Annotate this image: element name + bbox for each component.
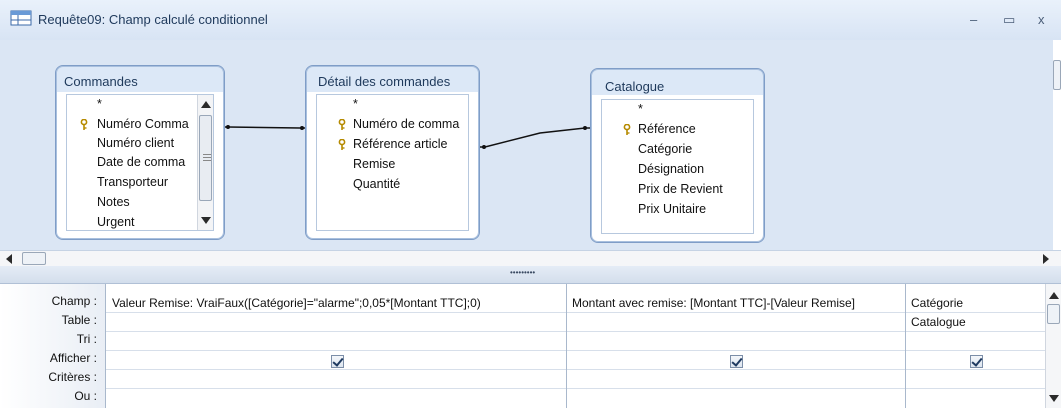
field-item[interactable]: Remise bbox=[353, 157, 395, 171]
field-list[interactable]: * Numéro de comma Référence article Remi… bbox=[316, 94, 469, 231]
row-label-champ: Champ : bbox=[51, 294, 97, 308]
field-item[interactable]: * bbox=[638, 102, 643, 116]
field-cell-table[interactable]: Catalogue bbox=[911, 315, 966, 329]
splitter-grip[interactable]: ••••••••• bbox=[510, 268, 535, 277]
scroll-down-icon[interactable] bbox=[1049, 395, 1059, 402]
field-cell-champ[interactable]: Montant avec remise: [Montant TTC]-[Vale… bbox=[572, 296, 855, 310]
row-label-criteres: Critères : bbox=[48, 370, 97, 384]
show-checkbox[interactable] bbox=[730, 355, 743, 368]
diagram-horizontal-scrollbar[interactable] bbox=[0, 250, 1061, 266]
field-item[interactable]: Date de comma bbox=[97, 155, 185, 169]
minimize-button[interactable]: – bbox=[970, 12, 977, 27]
field-item[interactable]: Quantité bbox=[353, 177, 400, 191]
show-checkbox[interactable] bbox=[331, 355, 344, 368]
scroll-thumb[interactable] bbox=[199, 115, 212, 201]
scroll-thumb[interactable] bbox=[22, 252, 46, 265]
field-item[interactable]: Désignation bbox=[638, 162, 704, 176]
field-list-scrollbar[interactable] bbox=[197, 95, 213, 230]
field-item[interactable]: Urgent bbox=[97, 215, 135, 229]
scroll-thumb[interactable] bbox=[1053, 60, 1061, 90]
query-icon bbox=[10, 10, 32, 26]
maximize-button[interactable]: ▭ bbox=[1003, 12, 1015, 28]
field-cell-champ[interactable]: Catégorie bbox=[911, 296, 963, 310]
table-title: Catalogue bbox=[605, 79, 665, 94]
table-title: Détail des commandes bbox=[318, 74, 451, 89]
grid-vertical-scrollbar[interactable] bbox=[1045, 284, 1061, 408]
show-checkbox[interactable] bbox=[970, 355, 983, 368]
primary-key-icon bbox=[80, 119, 88, 130]
row-label-tri: Tri : bbox=[76, 332, 97, 346]
field-item[interactable]: * bbox=[353, 97, 358, 111]
field-item[interactable]: Référence article bbox=[353, 137, 448, 151]
primary-key-icon bbox=[338, 139, 346, 150]
table-title: Commandes bbox=[64, 74, 138, 89]
primary-key-icon bbox=[338, 119, 346, 130]
scroll-left-icon[interactable] bbox=[6, 254, 12, 264]
field-item[interactable]: Catégorie bbox=[638, 142, 692, 156]
table-catalogue[interactable]: Catalogue * Référence Catégorie Désignat… bbox=[590, 68, 765, 243]
window-title: Requête09: Champ calculé conditionnel bbox=[38, 12, 268, 27]
primary-key-icon bbox=[623, 124, 631, 135]
field-item[interactable]: Prix Unitaire bbox=[638, 202, 706, 216]
window-titlebar: Requête09: Champ calculé conditionnel – … bbox=[0, 0, 1061, 40]
field-list[interactable]: * Référence Catégorie Désignation Prix d… bbox=[601, 99, 754, 234]
field-item[interactable]: * bbox=[97, 97, 102, 111]
field-item[interactable]: Numéro de comma bbox=[353, 117, 459, 131]
field-item[interactable]: Référence bbox=[638, 122, 696, 136]
table-commandes[interactable]: Commandes * Numéro Comma Numéro client D… bbox=[55, 65, 225, 240]
field-cell-champ[interactable]: Valeur Remise: VraiFaux([Catégorie]="ala… bbox=[112, 296, 481, 310]
field-item[interactable]: Transporteur bbox=[97, 175, 168, 189]
table-detail-des-commandes[interactable]: Détail des commandes * Numéro de comma R… bbox=[305, 65, 480, 240]
field-item[interactable]: Notes bbox=[97, 195, 130, 209]
row-label-ou: Ou : bbox=[74, 389, 97, 403]
row-header-column: Champ : Table : Tri : Afficher : Critère… bbox=[0, 284, 106, 408]
scroll-up-icon[interactable] bbox=[1049, 292, 1059, 299]
field-item[interactable]: Numéro Comma bbox=[97, 117, 189, 131]
field-list[interactable]: * Numéro Comma Numéro client Date de com… bbox=[66, 94, 214, 231]
scroll-right-icon[interactable] bbox=[1043, 254, 1049, 264]
diagram-vertical-scrollbar[interactable] bbox=[1053, 40, 1061, 250]
field-item[interactable]: Prix de Revient bbox=[638, 182, 723, 196]
row-label-table: Table : bbox=[61, 313, 97, 327]
scroll-up-icon[interactable] bbox=[201, 101, 211, 108]
field-item[interactable]: Numéro client bbox=[97, 136, 174, 150]
pane-splitter[interactable]: ••••••••• bbox=[0, 266, 1061, 284]
scroll-thumb[interactable] bbox=[1047, 304, 1060, 324]
close-button[interactable]: x bbox=[1038, 12, 1045, 27]
row-label-afficher: Afficher : bbox=[49, 351, 97, 365]
scroll-down-icon[interactable] bbox=[201, 217, 211, 224]
